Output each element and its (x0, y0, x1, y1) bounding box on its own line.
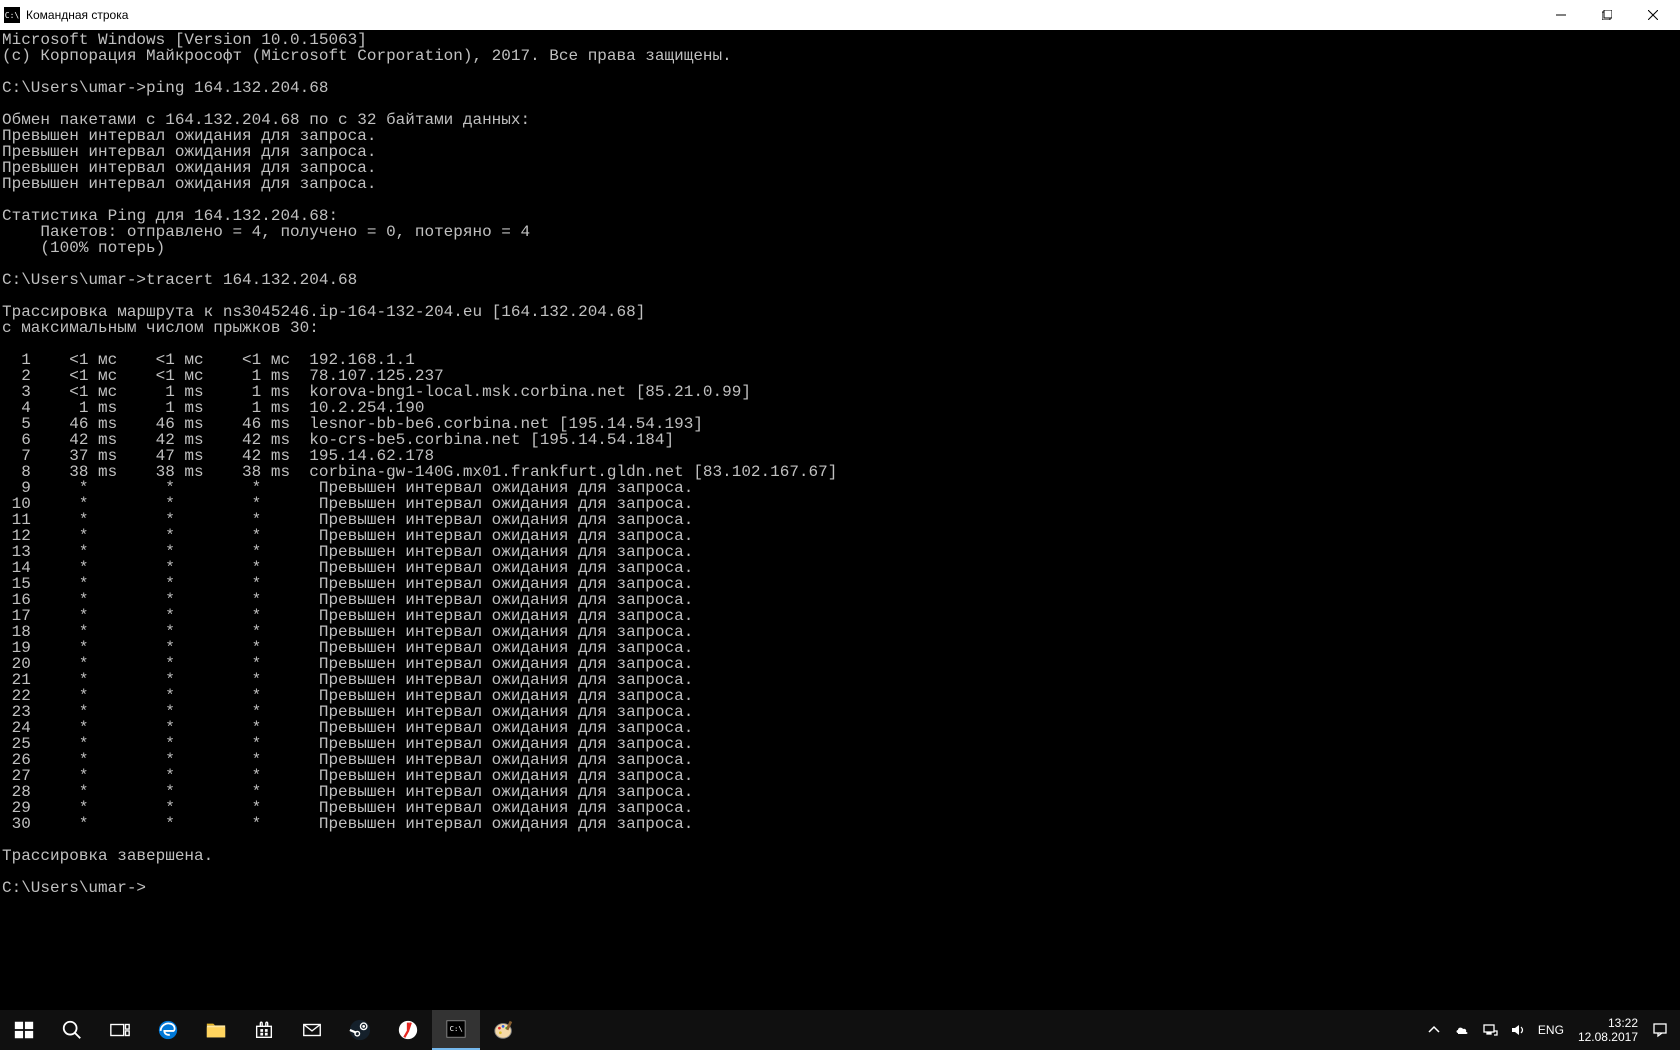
tray-network-icon[interactable] (1476, 1010, 1504, 1050)
cmd-taskbar-icon[interactable]: C:\ (432, 1010, 480, 1050)
tray-clock[interactable]: 13:22 12.08.2017 (1570, 1016, 1646, 1044)
yandex-icon[interactable] (384, 1010, 432, 1050)
start-button[interactable] (0, 1010, 48, 1050)
tray-chevron-icon[interactable] (1420, 1010, 1448, 1050)
show-desktop-button[interactable] (1674, 1010, 1680, 1050)
mail-icon[interactable] (288, 1010, 336, 1050)
clock-time: 13:22 (1608, 1016, 1638, 1030)
window-title: Командная строка (26, 8, 1538, 22)
paint-icon[interactable] (480, 1010, 528, 1050)
titlebar[interactable]: C:\ Командная строка (0, 0, 1680, 30)
search-button[interactable] (48, 1010, 96, 1050)
terminal-output[interactable]: Microsoft Windows [Version 10.0.15063] (… (0, 30, 1680, 1010)
tray-language[interactable]: ENG (1532, 1010, 1570, 1050)
svg-text:C:\: C:\ (450, 1024, 463, 1033)
maximize-button[interactable] (1584, 0, 1630, 30)
steam-icon[interactable] (336, 1010, 384, 1050)
file-explorer-icon[interactable] (192, 1010, 240, 1050)
task-view-button[interactable] (96, 1010, 144, 1050)
language-label: ENG (1538, 1023, 1564, 1037)
close-button[interactable] (1630, 0, 1676, 30)
minimize-button[interactable] (1538, 0, 1584, 30)
store-icon[interactable] (240, 1010, 288, 1050)
taskbar[interactable]: C:\ ENG 13:22 12.08.201 (0, 1010, 1680, 1050)
tray-onedrive-icon[interactable] (1448, 1010, 1476, 1050)
tray-notifications-icon[interactable] (1646, 1010, 1674, 1050)
edge-icon[interactable] (144, 1010, 192, 1050)
clock-date: 12.08.2017 (1578, 1030, 1638, 1044)
tray-volume-icon[interactable] (1504, 1010, 1532, 1050)
cmd-icon: C:\ (4, 7, 20, 23)
